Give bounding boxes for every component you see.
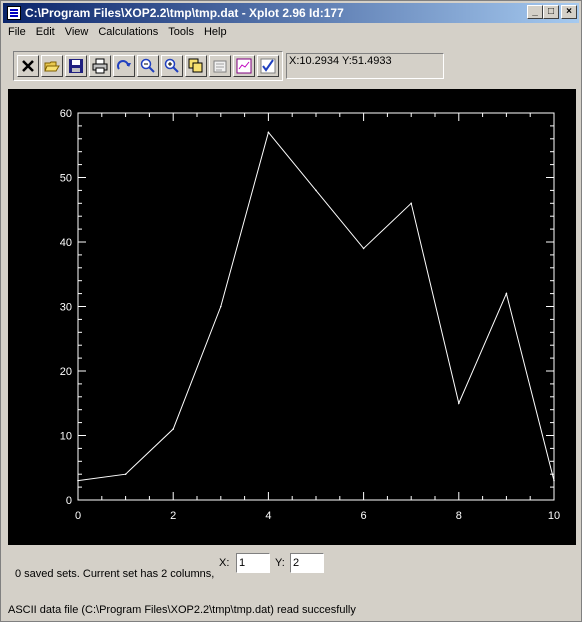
properties-icon [213,60,227,73]
data-point [410,202,413,205]
redo-button[interactable] [113,55,135,77]
data-point [362,247,365,250]
data-point [220,305,222,308]
properties-button[interactable] [209,55,231,77]
x-tick-label: 8 [456,510,462,522]
data-point [172,428,174,430]
menu-file[interactable]: File [3,24,31,40]
data-point [315,189,317,192]
data-point [77,479,79,482]
zoom-out-icon [140,58,155,73]
zoom-in-button[interactable] [161,55,183,77]
close-window-button[interactable]: × [561,5,577,19]
redo-icon [117,60,131,70]
saved-sets-text: 0 saved sets. Current set has 2 columns, [15,568,215,580]
x-tick-label: 6 [361,510,367,522]
check-icon [260,58,276,74]
y-tick-label: 60 [60,108,72,120]
menu-view[interactable]: View [60,24,94,40]
y-tick-label: 20 [60,366,72,378]
y-column-input[interactable] [290,553,324,573]
print-icon [92,58,108,74]
open-folder-icon [44,61,60,72]
check-button[interactable] [257,55,279,77]
data-series-line [77,131,555,482]
copy-icon [188,58,203,73]
xplot-window: C:\Program Files\XOP2.2\tmp\tmp.dat - Xp… [0,0,582,622]
zoom-out-button[interactable] [137,55,159,77]
chart-button[interactable] [233,55,255,77]
title-bar[interactable]: C:\Program Files\XOP2.2\tmp\tmp.dat - Xp… [3,3,579,23]
y-tick-label: 30 [60,302,72,314]
copy-button[interactable] [185,55,207,77]
close-plot-button[interactable] [17,55,39,77]
line-chart: 0 2 4 6 8 10 0 10 20 30 40 50 60 [60,108,560,522]
data-point [553,479,555,482]
save-icon [69,59,83,73]
x-tick-label: 2 [170,510,176,522]
status-message: ASCII data file (C:\Program Files\XOP2.2… [8,604,356,616]
plot-frame [77,112,555,501]
x-tick-label: 4 [265,510,271,522]
plot-area[interactable]: 0 2 4 6 8 10 0 10 20 30 40 50 60 [8,89,576,545]
save-button[interactable] [65,55,87,77]
x-column-input[interactable] [236,553,270,573]
open-button[interactable] [41,55,63,77]
data-point [124,473,127,476]
data-point [458,402,460,405]
y-column-label: Y: [275,557,285,569]
window-title: C:\Program Files\XOP2.2\tmp\tmp.dat - Xp… [25,6,344,20]
menu-calculations[interactable]: Calculations [93,24,163,40]
data-point [505,292,508,295]
y-tick-label: 50 [60,173,72,185]
x-column-label: X: [219,557,230,569]
x-tick-label: 10 [548,510,560,522]
menu-help[interactable]: Help [199,24,232,40]
y-tick-label: 40 [60,237,72,249]
toolbar [13,51,283,81]
maximize-button[interactable]: □ [543,5,559,19]
menu-bar: File Edit View Calculations Tools Help [3,24,579,42]
zoom-in-icon [164,58,179,73]
menu-edit[interactable]: Edit [31,24,60,40]
minimize-button[interactable]: _ [527,5,543,19]
menu-tools[interactable]: Tools [163,24,199,40]
data-point [267,131,270,134]
app-icon [7,6,21,20]
close-icon [22,60,34,72]
x-tick-label: 0 [75,510,81,522]
coordinate-readout: X:10.2934 Y:51.4933 [286,53,444,79]
print-button[interactable] [89,55,111,77]
y-tick-label: 0 [66,495,72,507]
y-tick-label: 10 [60,431,72,443]
chart-icon [236,58,252,74]
